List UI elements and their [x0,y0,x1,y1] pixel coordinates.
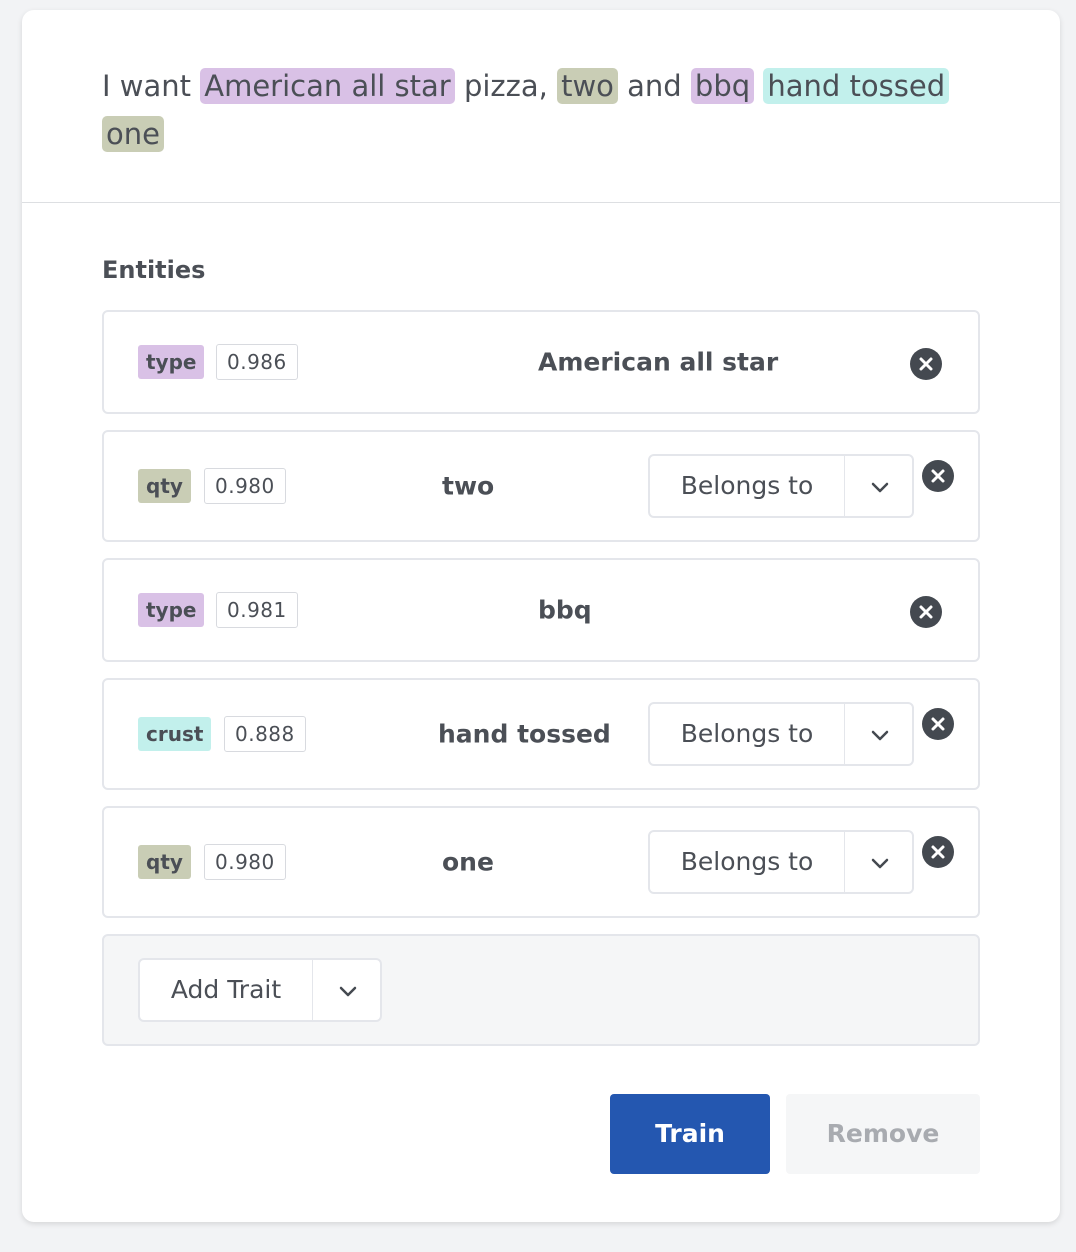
entity-highlight-qty[interactable]: one [102,116,164,152]
belongs-to-dropdown[interactable]: Belongs to [648,830,914,894]
utterance-segment: pizza, [454,69,558,103]
entity-row: type 0.981 bbq [102,558,980,662]
dropdown-separator [844,704,845,764]
entity-value: one [442,847,494,877]
entities-title: Entities [102,256,206,284]
entity-value: two [442,471,495,501]
chevron-down-icon[interactable] [846,704,914,764]
confidence-score: 0.981 [216,592,298,628]
utterance-segment [754,69,763,103]
chevron-down-icon[interactable] [846,456,914,516]
confidence-score: 0.986 [216,344,298,380]
add-trait-label: Add Trait [170,975,282,1004]
belongs-to-label: Belongs to [680,719,814,748]
entity-tag: qty [138,469,191,503]
belongs-to-label: Belongs to [680,471,814,500]
belongs-to-label: Belongs to [680,847,814,876]
utterance-segment: I want [102,69,201,103]
close-circle-icon[interactable] [922,460,954,492]
belongs-to-dropdown[interactable]: Belongs to [648,454,914,518]
confidence-score: 0.980 [204,468,286,504]
entity-tag: type [138,345,205,379]
divider [22,202,1060,203]
utterance-segment: and [617,69,691,103]
dropdown-separator [844,456,845,516]
chevron-down-icon[interactable] [846,832,914,892]
entity-row: qty 0.980 one Belongs to [102,806,980,918]
chevron-down-icon[interactable] [314,960,382,1020]
close-circle-icon[interactable] [922,708,954,740]
entity-row: qty 0.980 two Belongs to [102,430,980,542]
confidence-score: 0.980 [204,844,286,880]
entity-tag: crust [138,717,212,751]
belongs-to-dropdown[interactable]: Belongs to [648,702,914,766]
entity-row: type 0.986 American all star [102,310,980,414]
entity-highlight-type[interactable]: American all star [200,68,455,104]
trait-section: Add Trait [102,934,980,1046]
dropdown-separator [844,832,845,892]
add-trait-dropdown[interactable]: Add Trait [138,958,382,1022]
close-circle-icon[interactable] [910,348,942,380]
entity-value: American all star [538,347,779,377]
entity-row: crust 0.888 hand tossed Belongs to [102,678,980,790]
utterance-text: I want American all star pizza, two and … [102,62,962,158]
entity-highlight-qty[interactable]: two [557,68,618,104]
close-circle-icon[interactable] [910,596,942,628]
train-button[interactable]: Train [610,1094,770,1174]
entity-highlight-type[interactable]: bbq [690,68,755,104]
entity-value: bbq [538,595,592,625]
remove-button[interactable]: Remove [786,1094,980,1174]
entity-tag: qty [138,845,191,879]
entity-value: hand tossed [438,719,611,749]
utterance-card: I want American all star pizza, two and … [22,10,1060,1222]
close-circle-icon[interactable] [922,836,954,868]
entity-tag: type [138,593,205,627]
entity-highlight-crust[interactable]: hand tossed [763,68,950,104]
confidence-score: 0.888 [224,716,306,752]
dropdown-separator [312,960,313,1020]
